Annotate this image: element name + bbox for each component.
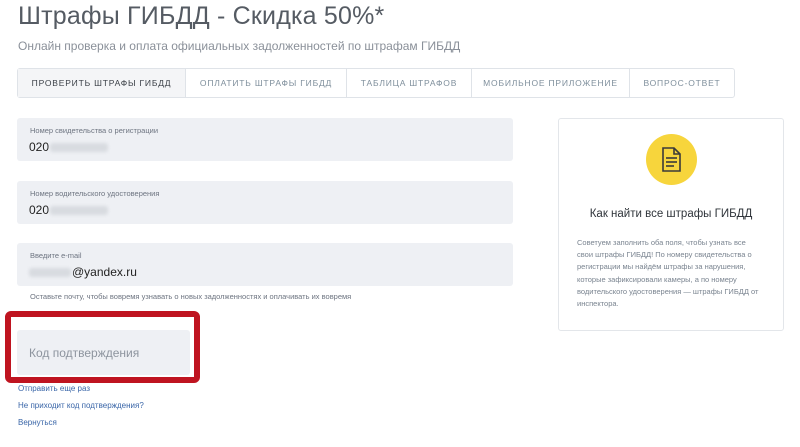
email-field-label: Введите e-mail bbox=[30, 251, 82, 260]
email-field-value: @yandex.ru bbox=[72, 265, 137, 279]
license-field[interactable]: Номер водительского удостоверения 020 bbox=[17, 181, 513, 224]
email-hint: Оставьте почту, чтобы вовремя узнавать о… bbox=[30, 292, 352, 301]
redacted-blur bbox=[29, 268, 71, 278]
registration-field-label: Номер свидетельства о регистрации bbox=[30, 126, 159, 135]
no-code-link[interactable]: Не приходит код подтверждения? bbox=[18, 401, 144, 410]
redacted-blur bbox=[50, 206, 109, 216]
page-subtitle: Онлайн проверка и оплата официальных зад… bbox=[18, 39, 461, 53]
tab-mobile-app[interactable]: МОБИЛЬНОЕ ПРИЛОЖЕНИЕ bbox=[472, 69, 630, 97]
email-field[interactable]: Введите e-mail @yandex.ru bbox=[17, 243, 513, 286]
info-card-text: Советуем заполнить оба поля, чтобы узнат… bbox=[577, 238, 759, 309]
registration-field[interactable]: Номер свидетельства о регистрации 020 bbox=[17, 118, 513, 161]
license-field-value-wrap: 020 bbox=[29, 203, 109, 217]
tab-faq[interactable]: ВОПРОС-ОТВЕТ bbox=[630, 69, 734, 97]
info-card-title: Как найти все штрафы ГИБДД bbox=[589, 208, 753, 220]
confirmation-code-input[interactable] bbox=[17, 330, 190, 375]
back-link[interactable]: Вернуться bbox=[18, 418, 57, 427]
license-field-label: Номер водительского удостоверения bbox=[30, 189, 160, 198]
tab-check-fines[interactable]: ПРОВЕРИТЬ ШТРАФЫ ГИБДД bbox=[18, 69, 186, 97]
redacted-blur bbox=[50, 143, 109, 153]
registration-field-value: 020 bbox=[29, 140, 50, 154]
registration-field-value-wrap: 020 bbox=[29, 140, 109, 154]
document-icon bbox=[646, 134, 697, 185]
resend-code-link[interactable]: Отправить еще раз bbox=[18, 384, 90, 393]
info-card: Как найти все штрафы ГИБДД Советуем запо… bbox=[558, 118, 784, 331]
email-field-value-wrap: @yandex.ru bbox=[29, 265, 137, 279]
tab-fines-table[interactable]: ТАБЛИЦА ШТРАФОВ bbox=[347, 69, 472, 97]
tabs-bar: ПРОВЕРИТЬ ШТРАФЫ ГИБДД ОПЛАТИТЬ ШТРАФЫ Г… bbox=[17, 68, 735, 98]
page-title: Штрафы ГИБДД - Скидка 50%* bbox=[18, 2, 385, 30]
license-field-value: 020 bbox=[29, 203, 50, 217]
confirmation-code-field[interactable] bbox=[17, 330, 190, 375]
tab-pay-fines[interactable]: ОПЛАТИТЬ ШТРАФЫ ГИБДД bbox=[186, 69, 347, 97]
